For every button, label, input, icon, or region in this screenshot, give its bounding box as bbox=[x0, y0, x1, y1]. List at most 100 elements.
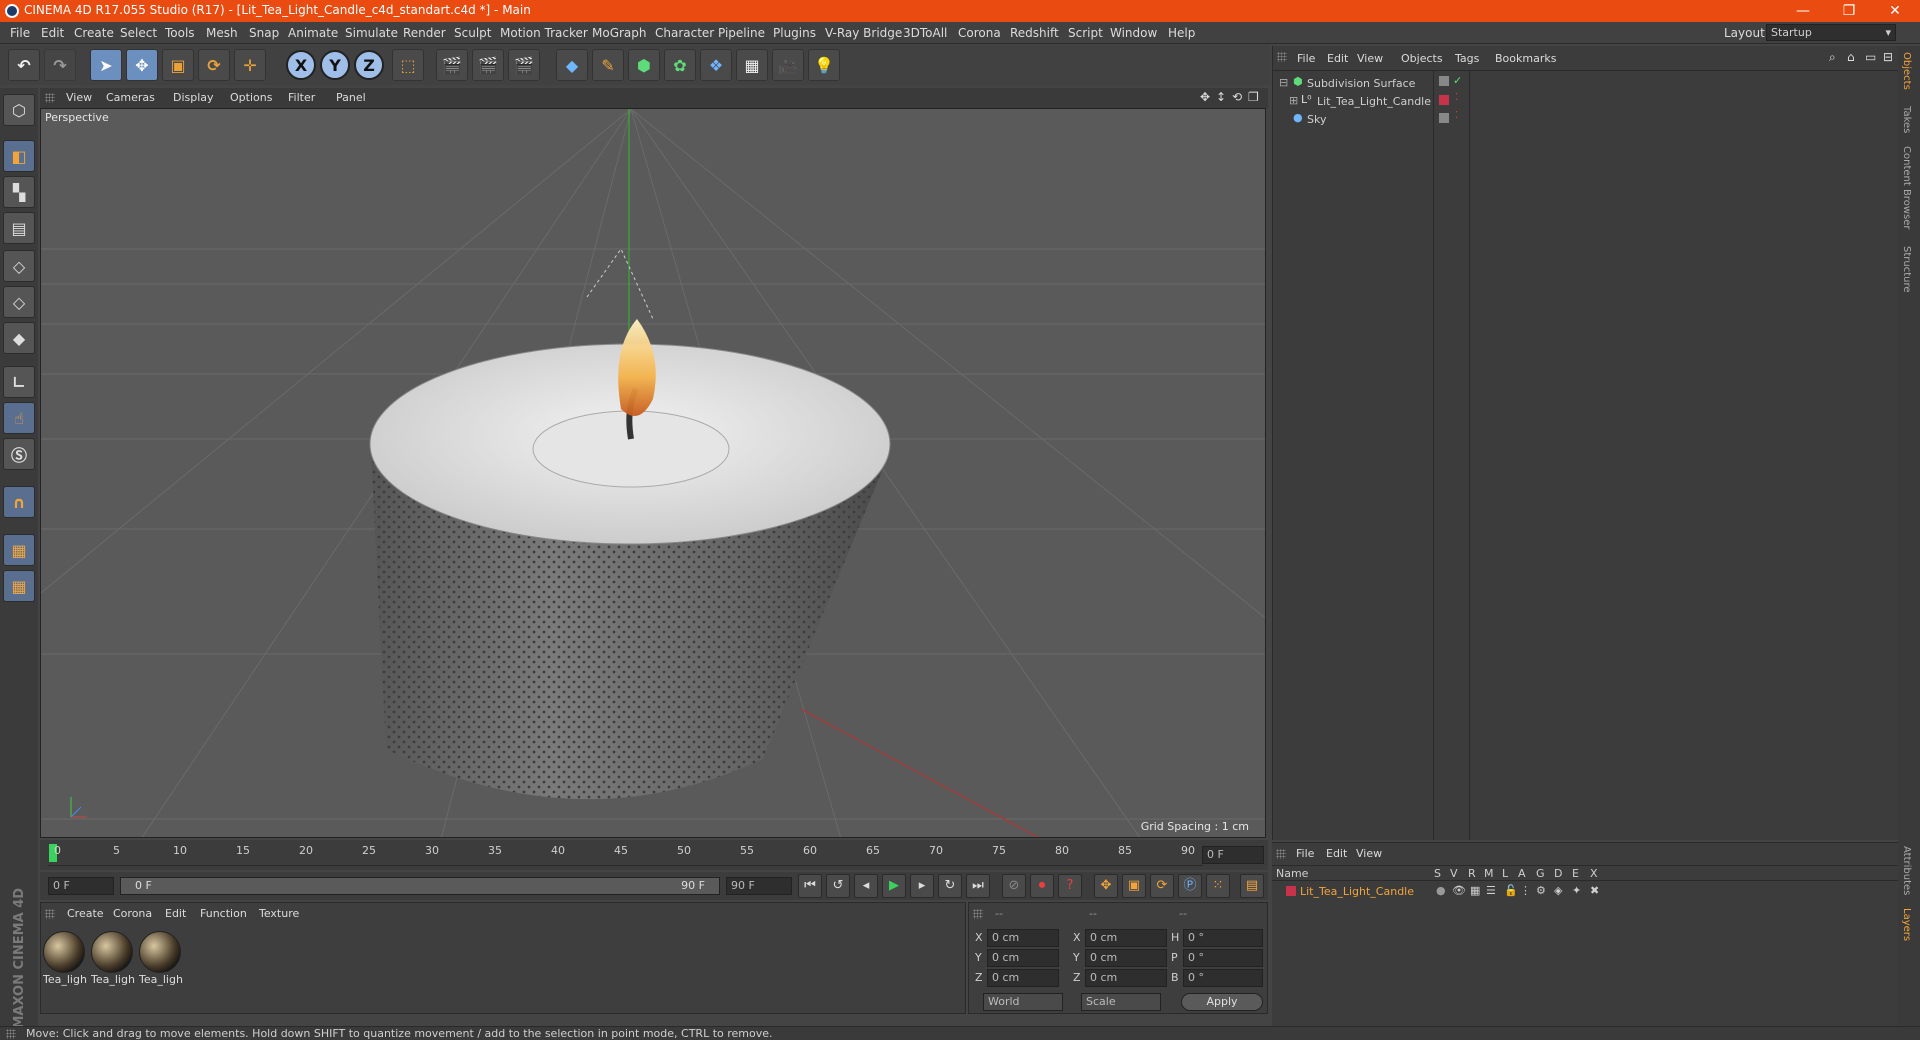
snap-button[interactable]: ∩ bbox=[3, 486, 35, 518]
perspective-viewport[interactable]: Perspective Grid Spacing : 1 cm bbox=[40, 108, 1266, 838]
material-swatch[interactable]: Tea_ligh bbox=[43, 931, 87, 993]
layer-row[interactable]: Lit_Tea_Light_Candle ● 👁 ▦ ☰ 🔓 ⋮ ⚙ ◈ ✦ ✖ bbox=[1272, 883, 1898, 901]
previous-frame-button[interactable]: ◂ bbox=[854, 874, 878, 898]
add-subdivision-button[interactable]: ⬢ bbox=[628, 49, 660, 81]
expand-toggle-icon[interactable]: ⊞ bbox=[1289, 94, 1298, 107]
rotate-tool-button[interactable]: ⟳ bbox=[198, 49, 230, 81]
viewport-menu-options[interactable]: Options bbox=[230, 91, 272, 104]
manager-icon[interactable]: ☰ bbox=[1486, 884, 1496, 897]
menu-mesh[interactable]: Mesh bbox=[206, 26, 238, 40]
menu-motion-tracker[interactable]: Motion Tracker bbox=[500, 26, 588, 40]
lock-icon[interactable]: 🔓 bbox=[1504, 884, 1518, 897]
object-row-candle[interactable]: ⊞ L⁰ Lit_Tea_Light_Candle ⁚ bbox=[1273, 92, 1899, 110]
timeline-ruler[interactable]: 0 5 10 15 20 25 30 35 40 45 50 55 60 65 … bbox=[40, 840, 1268, 870]
menu-3dtoall[interactable]: 3DToAll bbox=[903, 26, 947, 40]
visibility-dots-icon[interactable]: ⁚ bbox=[1455, 92, 1458, 103]
objects-menu-view[interactable]: View bbox=[1357, 52, 1383, 65]
panel-options-icon[interactable]: ⊟ bbox=[1883, 50, 1893, 64]
make-editable-button[interactable]: ⬡ bbox=[3, 94, 35, 126]
menu-vray-bridge[interactable]: V-Ray Bridge bbox=[825, 26, 902, 40]
material-swatch[interactable]: Tea_ligh bbox=[139, 931, 183, 993]
frame-range-slider[interactable]: 0 F 90 F bbox=[120, 877, 720, 895]
tea-light-candle[interactable] bbox=[369, 248, 891, 800]
key-rotation-button[interactable]: ⟳ bbox=[1150, 874, 1174, 898]
minimize-button[interactable]: — bbox=[1780, 0, 1826, 22]
solo-icon[interactable]: ● bbox=[1436, 884, 1446, 897]
material-menu-create[interactable]: Create bbox=[67, 907, 104, 920]
material-menu-texture[interactable]: Texture bbox=[259, 907, 299, 920]
apply-button[interactable]: Apply bbox=[1181, 993, 1263, 1011]
go-to-end-button[interactable]: ⏭ bbox=[966, 874, 990, 898]
home-icon[interactable]: ⌂ bbox=[1847, 50, 1855, 64]
eye-icon[interactable]: 👁 bbox=[1452, 884, 1466, 897]
solo-button[interactable]: Ⓢ bbox=[3, 438, 35, 470]
end-frame-field[interactable]: 90 F bbox=[726, 877, 792, 895]
size-x-field[interactable]: 0 cm bbox=[1085, 929, 1167, 947]
menu-tools[interactable]: Tools bbox=[165, 26, 195, 40]
deformer-icon[interactable]: ◈ bbox=[1554, 884, 1562, 897]
start-frame-field[interactable]: 0 F bbox=[48, 877, 114, 895]
key-position-button[interactable]: ✥ bbox=[1094, 874, 1118, 898]
add-cloner-button[interactable]: ✿ bbox=[664, 49, 696, 81]
menu-redshift[interactable]: Redshift bbox=[1010, 26, 1059, 40]
recent-tool-button[interactable]: ✛ bbox=[234, 49, 266, 81]
viewport-menu-display[interactable]: Display bbox=[173, 91, 214, 104]
size-mode-select[interactable]: Scale bbox=[1081, 993, 1161, 1011]
live-selection-button[interactable]: ➤ bbox=[90, 49, 122, 81]
object-row-subdivision[interactable]: ⊟ ⬢ Subdivision Surface ✓ bbox=[1273, 74, 1899, 92]
tab-content-browser[interactable]: Content Browser bbox=[1901, 146, 1912, 229]
material-menu-edit[interactable]: Edit bbox=[165, 907, 186, 920]
autokey-button[interactable]: ⏺ bbox=[1030, 874, 1054, 898]
menu-mograph[interactable]: MoGraph bbox=[592, 26, 647, 40]
menu-animate[interactable]: Animate bbox=[288, 26, 338, 40]
animation-icon[interactable]: ⋮ bbox=[1520, 884, 1531, 897]
points-mode-button[interactable]: ◇ bbox=[3, 250, 35, 282]
rot-h-field[interactable]: 0 ° bbox=[1183, 929, 1263, 947]
menu-pipeline[interactable]: Pipeline bbox=[718, 26, 765, 40]
material-menu-function[interactable]: Function bbox=[200, 907, 247, 920]
keyframe-selection-button[interactable]: ? bbox=[1058, 874, 1082, 898]
texture-mode-button[interactable]: ▚ bbox=[3, 176, 35, 208]
add-pen-spline-button[interactable]: ✎ bbox=[592, 49, 624, 81]
y-axis-lock-button[interactable]: Y bbox=[320, 50, 350, 80]
objects-menu-tags[interactable]: Tags bbox=[1455, 52, 1479, 65]
menu-script[interactable]: Script bbox=[1068, 26, 1103, 40]
scale-tool-button[interactable]: ▣ bbox=[162, 49, 194, 81]
maximize-view-icon[interactable]: ❐ bbox=[1248, 90, 1259, 104]
tab-structure[interactable]: Structure bbox=[1901, 246, 1912, 293]
pos-x-field[interactable]: 0 cm bbox=[987, 929, 1059, 947]
tab-objects[interactable]: Objects bbox=[1901, 52, 1912, 90]
polygons-mode-button[interactable]: ◆ bbox=[3, 322, 35, 354]
add-deformer-button[interactable]: ❖ bbox=[700, 49, 732, 81]
rotate-view-icon[interactable]: ⟲ bbox=[1232, 90, 1242, 104]
tab-attributes[interactable]: Attributes bbox=[1901, 846, 1912, 895]
objects-menu-objects[interactable]: Objects bbox=[1401, 52, 1443, 65]
current-frame-field[interactable]: 0 F bbox=[1202, 846, 1264, 864]
add-floor-button[interactable]: ▦ bbox=[736, 49, 768, 81]
go-to-start-button[interactable]: ⏮ bbox=[798, 874, 822, 898]
collapse-icon[interactable]: ▭ bbox=[1865, 50, 1876, 64]
edges-mode-button[interactable]: ◇ bbox=[3, 286, 35, 318]
menu-edit[interactable]: Edit bbox=[41, 26, 64, 40]
expression-icon[interactable]: ✦ bbox=[1572, 884, 1581, 897]
objects-menu-file[interactable]: File bbox=[1297, 52, 1315, 65]
menu-select[interactable]: Select bbox=[120, 26, 157, 40]
menu-create[interactable]: Create bbox=[74, 26, 114, 40]
xref-icon[interactable]: ✖ bbox=[1590, 884, 1599, 897]
model-mode-button[interactable]: ◧ bbox=[3, 140, 35, 172]
tab-layers[interactable]: Layers bbox=[1901, 908, 1912, 941]
layers-menu-edit[interactable]: Edit bbox=[1326, 847, 1347, 860]
x-axis-lock-button[interactable]: X bbox=[286, 50, 316, 80]
menu-character[interactable]: Character bbox=[655, 26, 714, 40]
rot-p-field[interactable]: 0 ° bbox=[1183, 949, 1263, 967]
timeline-window-button[interactable]: ▤ bbox=[1240, 874, 1264, 898]
menu-window[interactable]: Window bbox=[1110, 26, 1157, 40]
coordinate-system-button[interactable]: ⬚ bbox=[392, 49, 424, 81]
render-view-button[interactable]: 🎬 bbox=[436, 49, 468, 81]
viewport-menu-view[interactable]: View bbox=[66, 91, 92, 104]
coordinate-space-select[interactable]: World bbox=[983, 993, 1063, 1011]
generator-icon[interactable]: ⚙ bbox=[1536, 884, 1546, 897]
dolly-view-icon[interactable]: ↕ bbox=[1216, 90, 1226, 104]
pan-view-icon[interactable]: ✥ bbox=[1200, 90, 1210, 104]
next-frame-button[interactable]: ▸ bbox=[910, 874, 934, 898]
